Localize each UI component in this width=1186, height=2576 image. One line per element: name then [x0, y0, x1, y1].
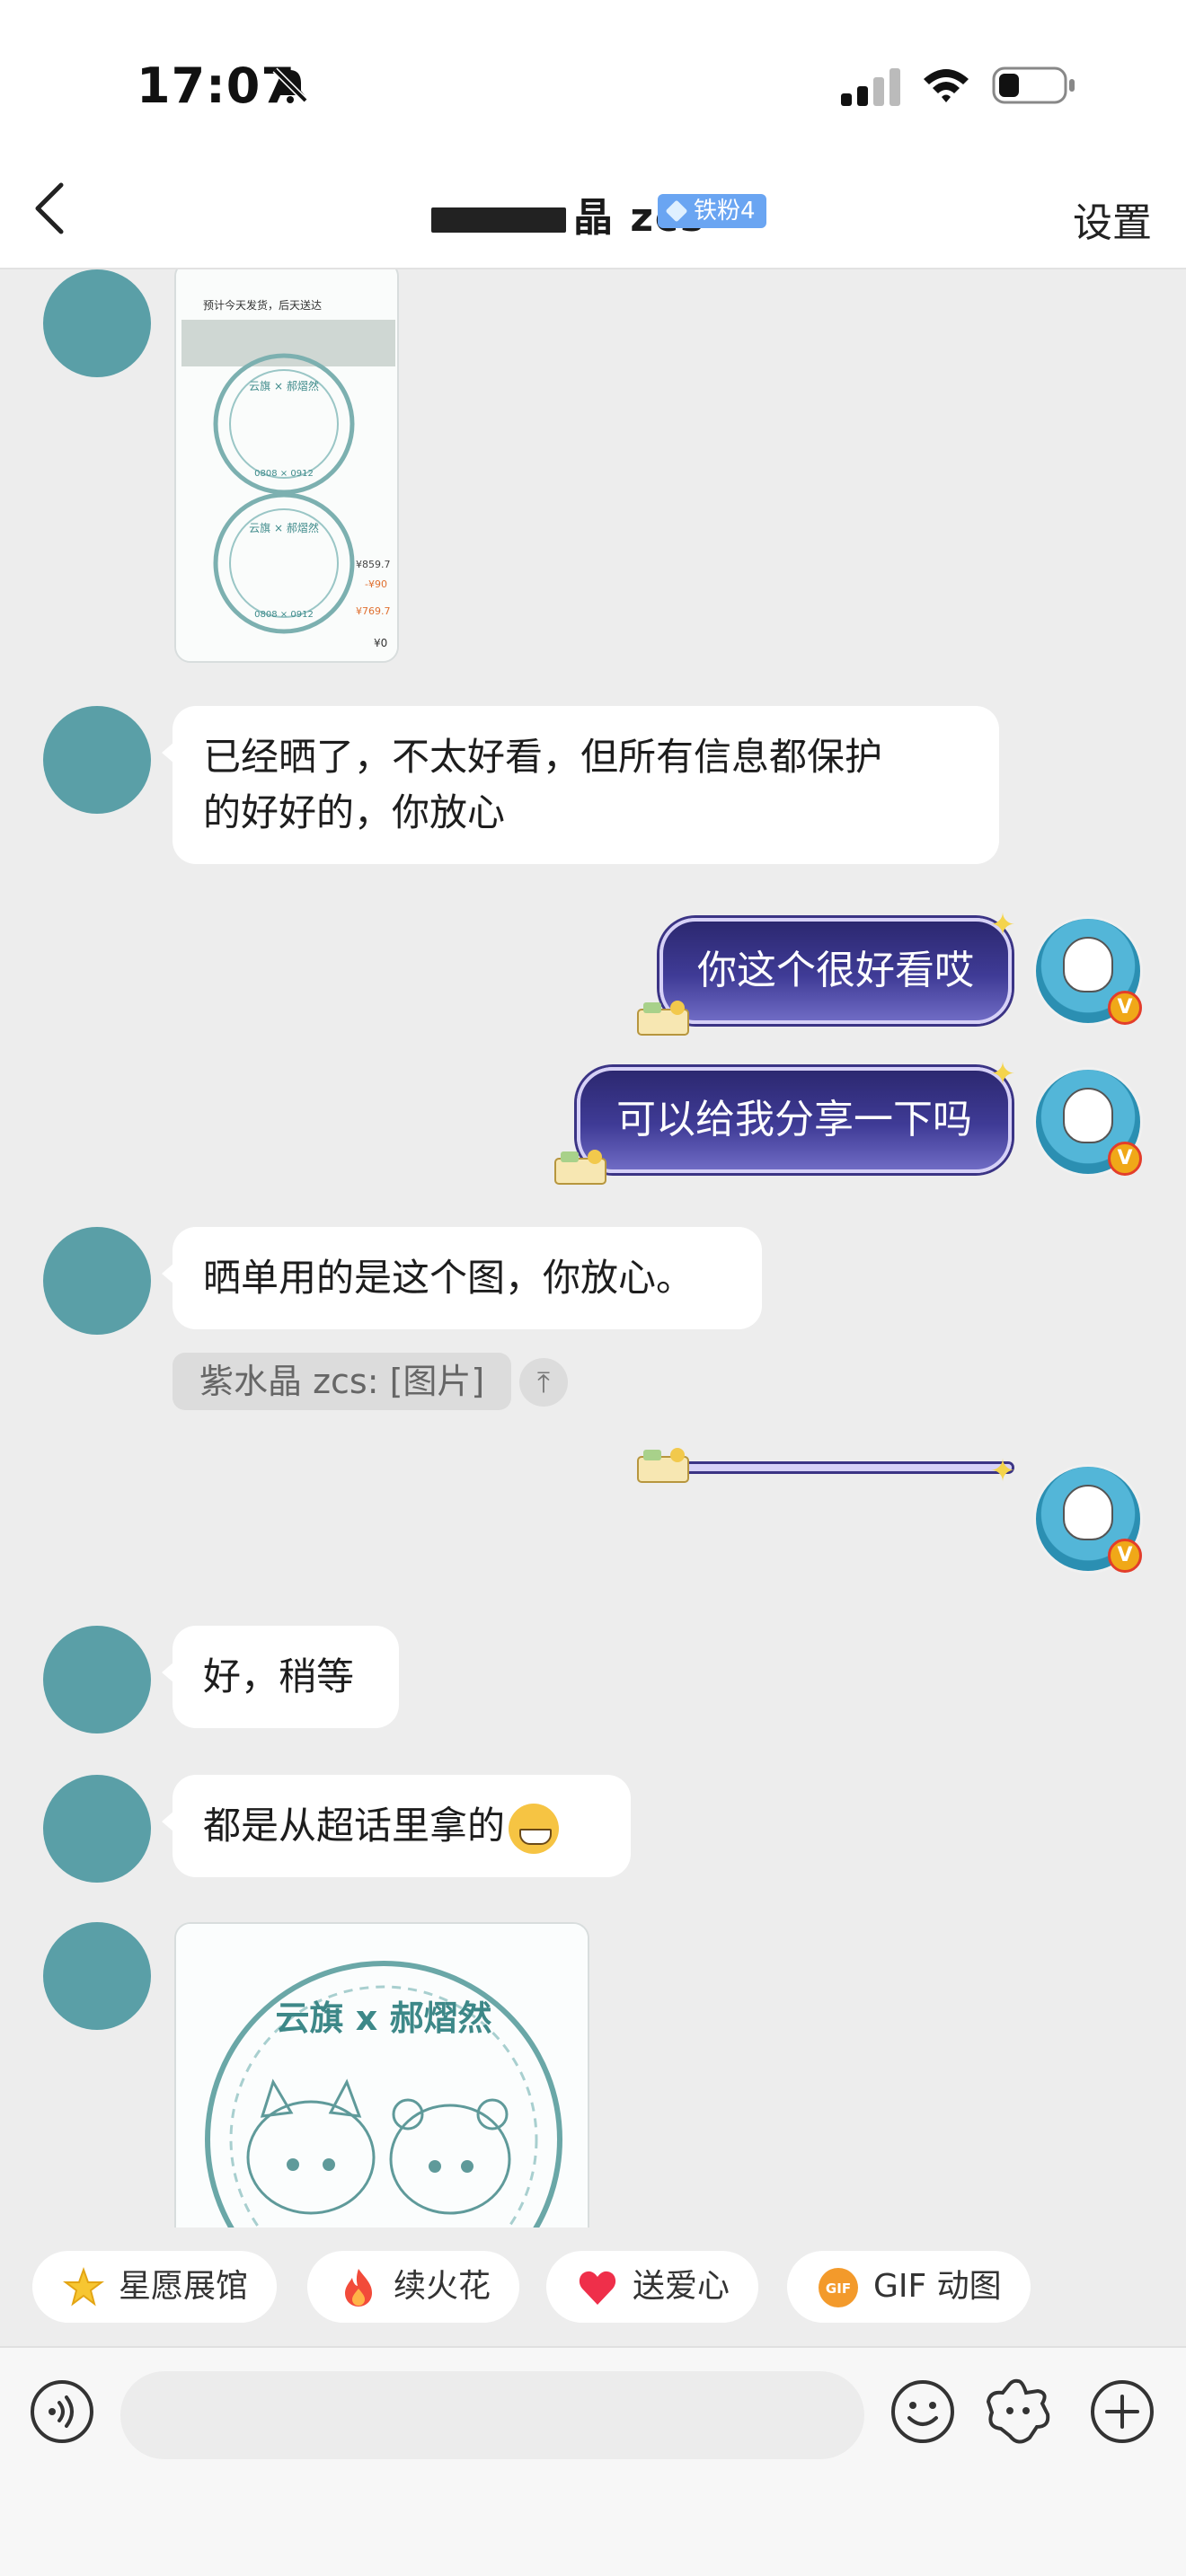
order-screenshot-image: 预计今天发货，后天送达 云旗 × 郝熠然 0808 × 0912 云旗 × 郝熠… [176, 269, 397, 661]
bento-box-sticker-icon [554, 1150, 606, 1185]
verified-v-icon: V [1108, 1539, 1142, 1573]
gif-icon: GIF [819, 2268, 858, 2307]
chip-wish-gallery[interactable]: 星愿展馆 [32, 2251, 278, 2323]
svg-text:¥769.7: ¥769.7 [356, 605, 391, 617]
sparkle-star-icon: ✦ [989, 907, 1016, 943]
star-icon [63, 2267, 104, 2307]
contact-avatar[interactable] [43, 706, 151, 814]
message-bubble-sent[interactable]: ✦ [637, 1448, 1015, 1489]
sparkle-star-icon: ✦ [989, 1453, 1016, 1489]
contact-avatar[interactable] [43, 269, 151, 377]
top-bar: 17:07 晶 zcs 铁粉4 设置 [0, 0, 1186, 269]
message-bubble-received[interactable]: 好，稍等 [162, 1626, 399, 1728]
grinning-face-emoji-icon [509, 1803, 560, 1854]
message-bubble-received[interactable]: 都是从超话里拿的 [162, 1775, 631, 1877]
svg-text:-¥90: -¥90 [365, 578, 387, 590]
svg-text:云旗 x 郝熠然: 云旗 x 郝熠然 [276, 1998, 492, 2038]
fire-icon [345, 2269, 372, 2307]
contact-avatar[interactable] [43, 1227, 151, 1335]
emoji-smiley-icon[interactable] [890, 2378, 956, 2445]
cat-avatar-icon [1063, 1485, 1113, 1540]
chip-continue-spark[interactable]: 续火花 [307, 2251, 520, 2323]
contact-avatar[interactable] [43, 1775, 151, 1883]
chip-gif[interactable]: GIF GIF 动图 [787, 2251, 1031, 2323]
back-chevron-icon[interactable] [23, 176, 77, 241]
redacted-name [431, 207, 566, 233]
contact-avatar[interactable] [43, 1922, 151, 2030]
wifi-icon [924, 69, 969, 102]
quoted-reply[interactable]: 紫水晶 zcs: [图片] [173, 1353, 512, 1410]
sticker-star-icon[interactable] [983, 2377, 1053, 2447]
svg-text:云旗 × 郝熠然: 云旗 × 郝熠然 [249, 521, 319, 534]
image-message[interactable]: 预计今天发货，后天送达 云旗 × 郝熠然 0808 × 0912 云旗 × 郝熠… [174, 269, 399, 663]
settings-button[interactable]: 设置 [1073, 190, 1152, 248]
my-avatar[interactable]: V [1033, 916, 1143, 1026]
diamond-icon [665, 199, 688, 223]
verified-v-icon: V [1108, 991, 1142, 1025]
svg-text:0808 × 0912: 0808 × 0912 [254, 469, 314, 479]
message-bubble-received[interactable]: 已经晒了，不太好看，但所有信息都保护 的好好的，你放心 [162, 706, 999, 864]
bell-muted-icon [272, 67, 308, 103]
cat-avatar-icon [1063, 1088, 1113, 1143]
chat-message-list[interactable]: 预计今天发货，后天送达 云旗 × 郝熠然 0808 × 0912 云旗 × 郝熠… [0, 269, 1186, 2228]
battery-icon [992, 66, 1075, 104]
my-avatar[interactable]: V [1033, 1067, 1143, 1177]
pin-to-top-icon[interactable]: ⤒ [519, 1358, 568, 1407]
message-bubble-sent[interactable]: ✦ 可以给我分享一下吗 [554, 1056, 1015, 1185]
input-bar [0, 2346, 1186, 2576]
verified-v-icon: V [1108, 1142, 1142, 1176]
bento-box-sticker-icon [637, 1448, 689, 1483]
blurred-text [181, 320, 395, 366]
voice-input-icon[interactable] [29, 2378, 95, 2445]
message-bubble-sent[interactable]: ✦ 你这个很好看哎 [637, 907, 1015, 1036]
cellular-signal-icon [841, 68, 900, 106]
svg-text:GIF: GIF [826, 2280, 851, 2297]
add-plus-icon[interactable] [1089, 2378, 1155, 2445]
svg-text:0808 × 0912: 0808 × 0912 [254, 610, 314, 620]
svg-text:¥859.7: ¥859.7 [356, 559, 391, 570]
heart-icon [579, 2271, 616, 2305]
order-line: 预计今天发货，后天送达 [203, 298, 322, 312]
message-input[interactable] [120, 2371, 864, 2459]
my-avatar[interactable]: V [1033, 1464, 1143, 1574]
chip-send-heart[interactable]: 送爱心 [546, 2251, 759, 2323]
svg-text:¥0: ¥0 [374, 637, 387, 649]
stamp-illustration-image: 云旗 x 郝熠然 [176, 1924, 588, 2228]
cat-avatar-icon [1063, 937, 1113, 992]
sparkle-star-icon: ✦ [989, 1056, 1016, 1092]
svg-text:云旗 × 郝熠然: 云旗 × 郝熠然 [249, 379, 319, 393]
fan-level-badge: 铁粉4 [658, 194, 766, 228]
image-message[interactable]: 云旗 x 郝熠然 [174, 1922, 589, 2228]
bento-box-sticker-icon [637, 1001, 689, 1036]
message-bubble-received[interactable]: 晒单用的是这个图，你放心。 [162, 1227, 762, 1329]
contact-avatar[interactable] [43, 1626, 151, 1734]
quick-action-chips: 星愿展馆 续火花 送爱心 GIF GIF 动图 [0, 2228, 1186, 2346]
